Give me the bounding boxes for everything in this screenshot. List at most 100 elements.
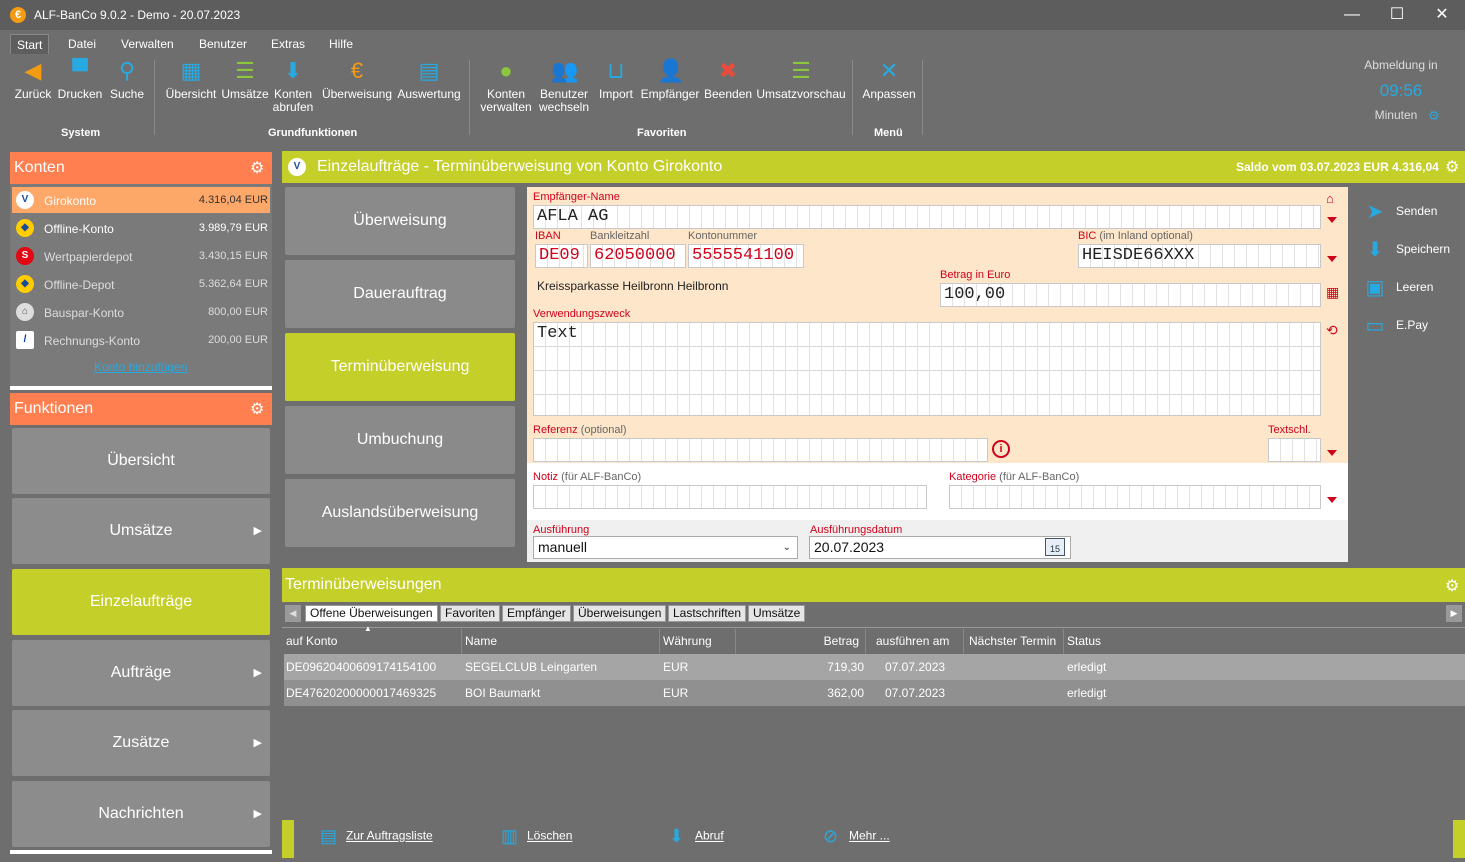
account-rechnungs-konto[interactable]: / Rechnungs-Konto 200,00 EUR: [12, 327, 270, 353]
minimize-button[interactable]: —: [1329, 0, 1375, 30]
gear-icon[interactable]: ⚙: [1428, 108, 1440, 124]
menu-datei[interactable]: Datei: [62, 34, 102, 54]
senden-button[interactable]: ➤ Senden: [1362, 199, 1438, 225]
info-icon[interactable]: i: [992, 440, 1010, 458]
ueberweisung-ribbon-button[interactable]: € Überweisung: [320, 58, 394, 101]
col-name[interactable]: Name: [462, 629, 660, 654]
dropdown-arrow-icon[interactable]: [1327, 497, 1337, 503]
col-status[interactable]: Status: [1064, 629, 1465, 654]
col-naechster-termin[interactable]: Nächster Termin: [964, 629, 1064, 654]
calculator-icon[interactable]: ▦: [1326, 284, 1339, 301]
maximize-button[interactable]: ☐: [1374, 0, 1420, 30]
table-row[interactable]: DE47620200000017469325 BOI Baumarkt EUR …: [284, 680, 1465, 706]
import-button[interactable]: ⊔ Import: [596, 58, 636, 101]
account-bauspar-konto[interactable]: ⌂ Bauspar-Konto 800,00 EUR: [12, 299, 270, 325]
tab-umsaetze[interactable]: Umsätze: [748, 605, 806, 622]
funktion-einzelauftraege[interactable]: Einzelaufträge: [12, 569, 270, 635]
tab-ueberweisung[interactable]: Überweisung: [285, 187, 515, 255]
scroll-right-icon[interactable]: ▶: [1446, 605, 1462, 622]
menu-extras[interactable]: Extras: [265, 34, 311, 54]
tab-lastschriften[interactable]: Lastschriften: [668, 605, 747, 622]
menu-benutzer[interactable]: Benutzer: [193, 34, 253, 54]
menu-start[interactable]: Start: [10, 34, 50, 54]
menu-hilfe[interactable]: Hilfe: [323, 34, 359, 54]
textschluessel-input[interactable]: [1268, 438, 1321, 462]
account-girokonto[interactable]: V Girokonto 4.316,04 EUR: [12, 187, 270, 213]
konten-abrufen-button[interactable]: ⬇ Konten abrufen: [270, 58, 316, 114]
col-betrag[interactable]: Betrag: [736, 629, 866, 654]
konten-verwalten-button[interactable]: ● Konten verwalten: [479, 58, 533, 114]
blz-input[interactable]: 62050000: [590, 244, 686, 268]
iban-prefix-input[interactable]: DE09: [535, 244, 588, 268]
close-button[interactable]: ✕: [1419, 0, 1465, 30]
notiz-input[interactable]: [533, 485, 927, 509]
lower-gear-icon[interactable]: ⚙: [1445, 576, 1459, 596]
tab-offene-ueberweisungen[interactable]: Offene Überweisungen: [305, 605, 438, 622]
verwendungszweck-input[interactable]: Text: [533, 322, 1321, 416]
uebersicht-ribbon-button[interactable]: ▦ Übersicht: [164, 58, 218, 101]
funktion-zusaetze[interactable]: Zusätze ▶: [12, 710, 270, 776]
auswertung-button[interactable]: ▤ Auswertung: [396, 58, 462, 101]
beenden-button[interactable]: ✖ Beenden: [704, 58, 752, 101]
tab-umbuchung[interactable]: Umbuchung: [285, 406, 515, 474]
dropdown-arrow-icon[interactable]: [1327, 450, 1337, 456]
empfaenger-button[interactable]: 👤 Empfänger: [640, 58, 700, 101]
suche-button[interactable]: ⚲ Suche: [108, 58, 146, 101]
tools-icon: ✕: [879, 58, 899, 83]
col-auf-konto[interactable]: auf Konto: [284, 629, 462, 654]
tab-dauerauftrag[interactable]: Dauerauftrag: [285, 260, 515, 328]
konten-gear-icon[interactable]: ⚙: [250, 158, 264, 178]
benutzer-wechseln-button[interactable]: 👥 Benutzer wechseln: [538, 58, 590, 114]
tab-ueberweisungen[interactable]: Überweisungen: [573, 605, 667, 622]
menu-verwalten[interactable]: Verwalten: [115, 34, 180, 54]
funktion-auftraege[interactable]: Aufträge ▶: [12, 640, 270, 706]
umsaetze-ribbon-button[interactable]: ☰ Umsätze: [220, 58, 270, 101]
funktion-umsaetze[interactable]: Umsätze ▶: [12, 498, 270, 564]
calendar-icon[interactable]: 15: [1045, 538, 1065, 556]
empfaenger-label: Empfänger-Name: [533, 191, 620, 203]
ausfuehrung-select[interactable]: manuell ⌄: [533, 536, 798, 559]
download-icon: ⬇: [669, 826, 685, 846]
account-offline-konto[interactable]: ◆ Offline-Konto 3.989,79 EUR: [12, 215, 270, 241]
zurueck-button[interactable]: ◀ Zurück: [13, 58, 53, 101]
betrag-input[interactable]: 100,00: [940, 283, 1321, 307]
dropdown-arrow-icon[interactable]: [1327, 217, 1337, 223]
datum-input[interactable]: 20.07.2023: [809, 536, 1071, 559]
table-row[interactable]: DE09620400609174154100 SEGELCLUB Leingar…: [284, 654, 1465, 680]
tab-empfaenger[interactable]: Empfänger: [502, 605, 571, 622]
kontonummer-input[interactable]: 5555541100: [688, 244, 804, 268]
scroll-left-icon[interactable]: ◀: [285, 605, 301, 622]
kategorie-input[interactable]: [949, 485, 1321, 509]
abruf-button[interactable]: ⬇ Abruf: [669, 826, 724, 847]
tab-terminueberweisung[interactable]: Terminüberweisung: [285, 333, 515, 401]
home-icon[interactable]: ⌂: [1326, 191, 1334, 206]
konto-hinzufuegen-link[interactable]: Konto hinzufügen: [94, 360, 187, 374]
funktion-uebersicht[interactable]: Übersicht: [12, 428, 270, 494]
col-waehrung[interactable]: Währung: [660, 629, 736, 654]
funktion-nachrichten[interactable]: Nachrichten ▶: [12, 781, 270, 847]
epay-button[interactable]: ▭ E.Pay: [1362, 313, 1428, 339]
account-offline-depot[interactable]: ◆ Offline-Depot 5.362,64 EUR: [12, 271, 270, 297]
drucken-button[interactable]: ▀ Drucken: [57, 58, 103, 101]
refresh-icon[interactable]: ⟲: [1326, 322, 1338, 339]
zur-auftragsliste-button[interactable]: ▤ Zur Auftragsliste: [320, 826, 433, 847]
search-icon: ⚲: [118, 58, 136, 83]
anpassen-button[interactable]: ✕ Anpassen: [862, 58, 916, 101]
mehr-button[interactable]: ⊘ Mehr ...: [823, 826, 890, 847]
loeschen-button[interactable]: ▥ Löschen: [501, 826, 572, 847]
funktionen-gear-icon[interactable]: ⚙: [250, 399, 264, 419]
leeren-button[interactable]: ▣ Leeren: [1362, 275, 1434, 301]
tab-auslandsueberweisung[interactable]: Auslandsüberweisung: [285, 479, 515, 547]
referenz-input[interactable]: [533, 438, 988, 462]
account-wertpapierdepot[interactable]: S Wertpapierdepot 3.430,15 EUR: [12, 243, 270, 269]
dropdown-arrow-icon[interactable]: [1327, 256, 1337, 262]
bic-input[interactable]: HEISDE66XXX: [1078, 244, 1321, 268]
group-favoriten: Favoriten: [637, 127, 687, 139]
umsatzvorschau-button[interactable]: ☰ Umsatzvorschau: [756, 58, 846, 101]
empfaenger-input[interactable]: AFLA AG: [533, 205, 1321, 229]
tab-favoriten[interactable]: Favoriten: [440, 605, 501, 622]
col-ausfuehren-am[interactable]: ausführen am: [866, 629, 964, 654]
main-gear-icon[interactable]: ⚙: [1445, 157, 1459, 177]
speichern-button[interactable]: ⬇ Speichern: [1362, 237, 1450, 263]
trash-icon: ▥: [501, 826, 519, 846]
